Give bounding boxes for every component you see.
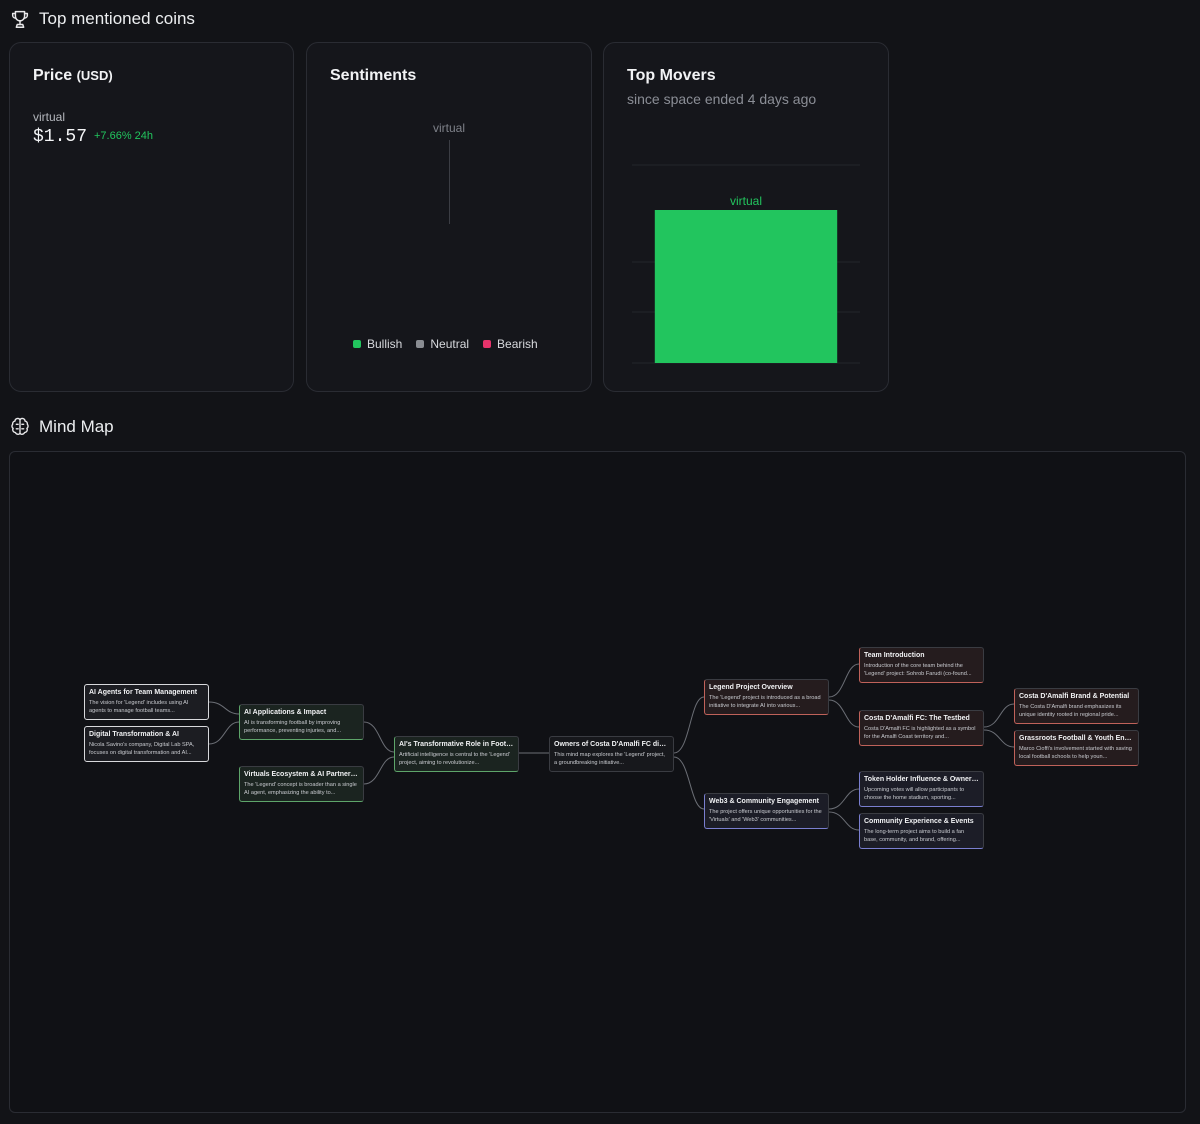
node-desc: Upcoming votes will allow participants t… xyxy=(864,787,965,801)
edge-digital-apps xyxy=(208,721,240,745)
node-title: Team Introduction xyxy=(864,652,925,659)
mind-node-testbed[interactable]: Costa D'Amalfi FC: The Testbed Costa D'A… xyxy=(859,710,984,746)
node-desc: Costa D'Amalfi FC is highlighted as a sy… xyxy=(864,726,976,740)
neutral-swatch xyxy=(416,340,425,348)
node-title: AI Agents for Team Management xyxy=(89,689,198,696)
edge-agents-apps xyxy=(208,701,240,715)
top-movers-chart: virtual xyxy=(632,164,860,364)
mind-node-root[interactable]: Owners of Costa D'Amalfi FC disc... This… xyxy=(549,736,674,772)
node-desc: Marco Cioffi's involvement started with … xyxy=(1019,746,1132,760)
edge-web3-token xyxy=(828,788,860,810)
node-title: Web3 & Community Engagement xyxy=(709,798,819,805)
mind-node-virtuals-ecosystem[interactable]: Virtuals Ecosystem & AI Partnersh... The… xyxy=(239,766,364,802)
edge-apps-role xyxy=(363,721,395,753)
sentiment-legend: Bullish Neutral Bearish xyxy=(353,337,538,351)
mover-bar-virtual[interactable] xyxy=(654,210,838,363)
bearish-swatch xyxy=(483,340,492,348)
mind-node-ai-role[interactable]: AI's Transformative Role in Football Art… xyxy=(394,736,519,772)
mind-node-ai-agents[interactable]: AI Agents for Team Management The vision… xyxy=(84,684,209,720)
node-title: Grassroots Football & Youth Enga... xyxy=(1019,735,1134,742)
price-change: +7.66% 24h xyxy=(94,130,154,142)
node-title: Legend Project Overview xyxy=(709,684,793,691)
sentiments-title: Sentiments xyxy=(330,67,417,84)
price-unit: (USD) xyxy=(76,68,113,83)
edge-legend-team xyxy=(828,663,860,698)
mind-node-brand-potential[interactable]: Costa D'Amalfi Brand & Potential The Cos… xyxy=(1014,688,1139,724)
node-title: Costa D'Amalfi Brand & Potential xyxy=(1019,693,1130,700)
node-desc: The vision for 'Legend' includes using A… xyxy=(89,700,189,714)
bullish-swatch xyxy=(353,340,361,348)
legend-item-bearish[interactable]: Bearish xyxy=(483,337,538,351)
node-desc: This mind map explores the 'Legend' proj… xyxy=(554,752,665,766)
node-title: Community Experience & Events xyxy=(864,818,974,825)
mind-node-grassroots[interactable]: Grassroots Football & Youth Enga... Marc… xyxy=(1014,730,1139,766)
node-desc: The project offers unique opportunities … xyxy=(709,809,822,823)
brain-icon xyxy=(9,416,31,438)
price-card: Price (USD) virtual $1.57 +7.66% 24h xyxy=(9,42,294,392)
edge-root-legend xyxy=(673,696,705,754)
node-desc: Artificial intelligence is central to th… xyxy=(399,752,510,766)
node-title: AI's Transformative Role in Football xyxy=(399,741,514,748)
node-desc: Nicola Savino's company, Digital Lab SPA… xyxy=(89,742,195,756)
price-title-text: Price xyxy=(33,67,73,84)
edge-virtuals-role xyxy=(363,756,395,785)
top-movers-card: Top Movers since space ended 4 days ago … xyxy=(603,42,889,392)
node-title: Digital Transformation & AI xyxy=(89,731,179,738)
price-coin-name: virtual xyxy=(33,110,66,124)
legend-item-bullish[interactable]: Bullish xyxy=(353,337,402,351)
top-coins-header: Top mentioned coins xyxy=(9,8,195,30)
edge-legend-testbed xyxy=(828,699,860,728)
node-desc: The Costa D'Amalfi brand emphasizes its … xyxy=(1019,704,1122,718)
node-title: Token Holder Influence & Owners... xyxy=(864,776,979,783)
mind-map-connectors xyxy=(208,663,1015,831)
price-card-title: Price (USD) xyxy=(33,67,113,85)
price-value: $1.57 xyxy=(33,127,88,147)
sentiments-card: Sentiments virtual Bullish Neutral Beari… xyxy=(306,42,592,392)
node-title: AI Applications & Impact xyxy=(244,709,327,716)
mind-map-canvas[interactable]: AI Agents for Team Management The vision… xyxy=(9,451,1186,1113)
legend-label: Bullish xyxy=(367,337,403,351)
section-title: Mind Map xyxy=(39,417,114,436)
edge-testbed-grassroots xyxy=(983,729,1015,748)
legend-item-neutral[interactable]: Neutral xyxy=(416,337,469,351)
mind-node-team-introduction[interactable]: Team Introduction Introduction of the co… xyxy=(859,647,984,683)
mind-node-community-experience[interactable]: Community Experience & Events The long-t… xyxy=(859,813,984,849)
node-title: Virtuals Ecosystem & AI Partnersh... xyxy=(244,771,359,778)
edge-testbed-brand xyxy=(983,703,1015,728)
node-desc: The 'Legend' concept is broader than a s… xyxy=(244,782,357,796)
trophy-icon xyxy=(9,8,31,30)
mind-node-ai-applications[interactable]: AI Applications & Impact AI is transform… xyxy=(239,704,364,740)
node-desc: AI is transforming football by improving… xyxy=(244,720,342,734)
node-title: Owners of Costa D'Amalfi FC disc... xyxy=(554,741,669,748)
mind-node-legend-overview[interactable]: Legend Project Overview The 'Legend' pro… xyxy=(704,679,829,715)
legend-label: Bearish xyxy=(497,337,538,351)
sentiment-coin-label: virtual xyxy=(432,121,465,135)
mind-node-token-holder[interactable]: Token Holder Influence & Owners... Upcom… xyxy=(859,771,984,807)
mind-map-header: Mind Map xyxy=(9,416,114,438)
node-desc: The 'Legend' project is introduced as a … xyxy=(709,695,821,709)
node-title: Costa D'Amalfi FC: The Testbed xyxy=(864,715,970,722)
mind-node-web3[interactable]: Web3 & Community Engagement The project … xyxy=(704,793,829,829)
mover-bar-label: virtual xyxy=(730,194,762,208)
node-desc: Introduction of the core team behind the… xyxy=(864,663,972,677)
sentiment-bar-track xyxy=(449,140,450,224)
legend-label: Neutral xyxy=(430,337,470,351)
mind-node-digital-transformation[interactable]: Digital Transformation & AI Nicola Savin… xyxy=(84,726,209,762)
edge-web3-community xyxy=(828,811,860,831)
section-title: Top mentioned coins xyxy=(39,9,195,28)
edge-root-web3 xyxy=(673,756,705,810)
node-desc: The long-term project aims to build a fa… xyxy=(864,829,965,843)
